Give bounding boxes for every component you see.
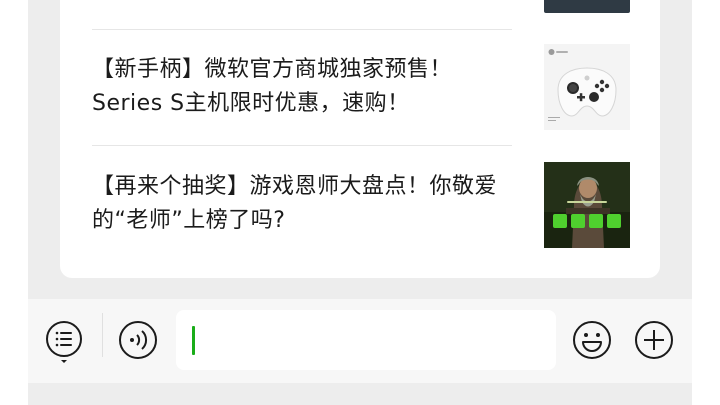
emoji-icon [573, 321, 611, 359]
emoji-button[interactable] [572, 320, 612, 360]
left-margin [0, 0, 28, 405]
divider [92, 29, 512, 30]
hero-title-art [544, 210, 630, 237]
xbox-logo-icon [548, 48, 570, 58]
plus-button[interactable] [634, 320, 674, 360]
game-hero-thumbnail[interactable] [544, 162, 630, 248]
message-input[interactable] [176, 310, 556, 370]
list-menu-icon [46, 321, 82, 363]
bottom-bar [28, 383, 692, 405]
chat-screen: 【新手柄】微软官方商城独家预售！Series S主机限时优惠，速购！ 【再来个抽… [28, 0, 692, 405]
voice-icon [119, 321, 157, 359]
thumbnail-mark [548, 117, 560, 124]
article-thumbnail-partial[interactable] [544, 0, 630, 13]
text-caret [192, 326, 195, 355]
controller-thumbnail[interactable] [544, 44, 630, 130]
voice-button[interactable] [118, 320, 158, 360]
right-margin [692, 0, 720, 405]
divider [92, 145, 512, 146]
article-title-2[interactable]: 【再来个抽奖】游戏恩师大盘点！你敬爱的“老师”上榜了吗? [92, 170, 512, 250]
article-card: 【新手柄】微软官方商城独家预售！Series S主机限时优惠，速购！ 【再来个抽… [60, 0, 660, 278]
menu-button[interactable] [44, 319, 84, 363]
plus-icon [635, 321, 673, 359]
chat-input-toolbar [28, 299, 692, 383]
article-title-1[interactable]: 【新手柄】微软官方商城独家预售！Series S主机限时优惠，速购！ [92, 53, 512, 133]
toolbar-divider [102, 313, 103, 357]
hero-subtitle-mark [544, 200, 630, 206]
